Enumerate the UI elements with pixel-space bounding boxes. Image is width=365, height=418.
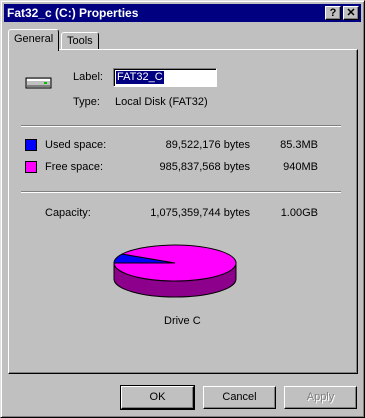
hard-drive-icon (25, 75, 53, 94)
used-space-swatch (25, 139, 37, 151)
disk-usage-pie-chart (113, 244, 237, 298)
type-value: Local Disk (FAT32) (115, 96, 208, 108)
ok-button[interactable]: OK (120, 385, 195, 410)
free-space-caption: Free space: (45, 161, 104, 173)
title-bar: Fat32_c (C:) Properties ? ✕ (4, 4, 361, 22)
label-caption: Label: (73, 71, 103, 83)
drive-caption: Drive C (164, 315, 201, 327)
properties-window: Fat32_c (C:) Properties ? ✕ General Tool… (0, 0, 365, 418)
type-caption: Type: (73, 96, 100, 108)
pie-slice-free-space (113, 244, 237, 282)
window-title: Fat32_c (C:) Properties (7, 6, 139, 20)
separator (21, 191, 341, 193)
capacity-size: 1.00GB (280, 207, 318, 219)
free-space-swatch (25, 161, 37, 173)
apply-button[interactable]: Apply (284, 386, 357, 409)
tab-tools[interactable]: Tools (61, 32, 99, 50)
close-button[interactable]: ✕ (343, 6, 359, 20)
cancel-button[interactable]: Cancel (203, 386, 276, 409)
used-space-bytes: 89,522,176 bytes (165, 139, 250, 151)
used-space-size: 85.3MB (280, 139, 318, 151)
free-space-bytes: 985,837,568 bytes (159, 161, 250, 173)
label-input[interactable]: FAT32_C (113, 68, 217, 87)
free-space-size: 940MB (283, 161, 318, 173)
capacity-bytes: 1,075,359,744 bytes (150, 207, 250, 219)
separator (21, 125, 341, 127)
tab-general[interactable]: General (8, 29, 60, 51)
label-input-value: FAT32_C (116, 71, 164, 84)
capacity-caption: Capacity: (45, 207, 91, 219)
used-space-caption: Used space: (45, 139, 107, 151)
help-button[interactable]: ? (325, 6, 341, 20)
